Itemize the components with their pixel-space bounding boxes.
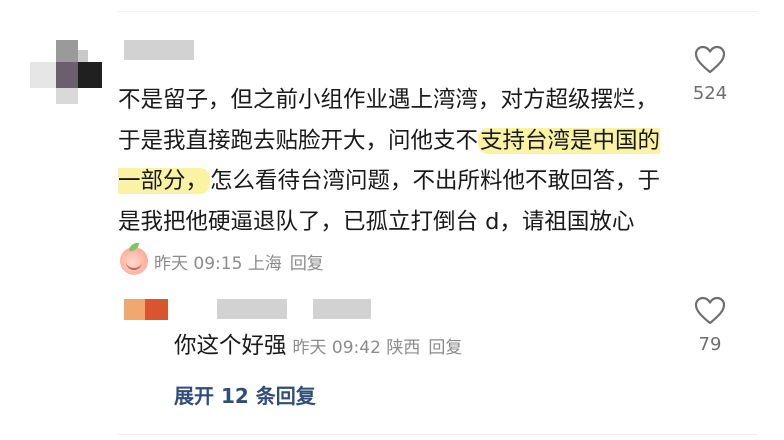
comment-reply-button[interactable]: 回复 — [290, 254, 324, 274]
reply-meta: 昨天 09:42 陕西 回复 — [293, 338, 463, 358]
bottom-divider — [118, 434, 758, 435]
comment-like-count: 524 — [692, 83, 728, 104]
heart-outline-icon[interactable] — [694, 296, 726, 326]
comment-like-button[interactable]: 524 — [680, 45, 740, 104]
reply-time: 昨天 09:42 — [292, 338, 381, 358]
reply-text: 你这个好强 — [174, 333, 287, 359]
replier-username-blurred[interactable] — [217, 299, 287, 319]
commenter-avatar[interactable] — [30, 40, 102, 112]
reply-location: 陕西 — [386, 338, 421, 358]
reply-reply-button[interactable]: 回复 — [428, 338, 462, 358]
comment-location: 上海 — [247, 254, 282, 274]
comment-meta: 昨天 09:15 上海 回复 — [154, 254, 324, 274]
reply-target-blurred — [313, 299, 371, 319]
replier-avatar-blurred[interactable] — [124, 299, 170, 320]
peach-face-emoji-icon — [120, 243, 148, 275]
reply-like-count: 79 — [698, 334, 722, 355]
heart-outline-icon[interactable] — [694, 45, 726, 75]
comment-text: 不是留子，但之前小组作业遇上湾湾，对方超级摆烂，于是我直接跑去贴脸开大，问他支不… — [118, 80, 663, 285]
top-divider — [118, 11, 758, 12]
reply-like-button[interactable]: 79 — [680, 296, 740, 355]
reply-text-line: 你这个好强 昨天 09:42 陕西 回复 — [174, 331, 462, 363]
commenter-username-blurred[interactable] — [124, 40, 194, 60]
comment-time: 昨天 09:15 — [154, 254, 243, 274]
expand-replies-link[interactable]: 展开 12 条回复 — [174, 381, 316, 411]
